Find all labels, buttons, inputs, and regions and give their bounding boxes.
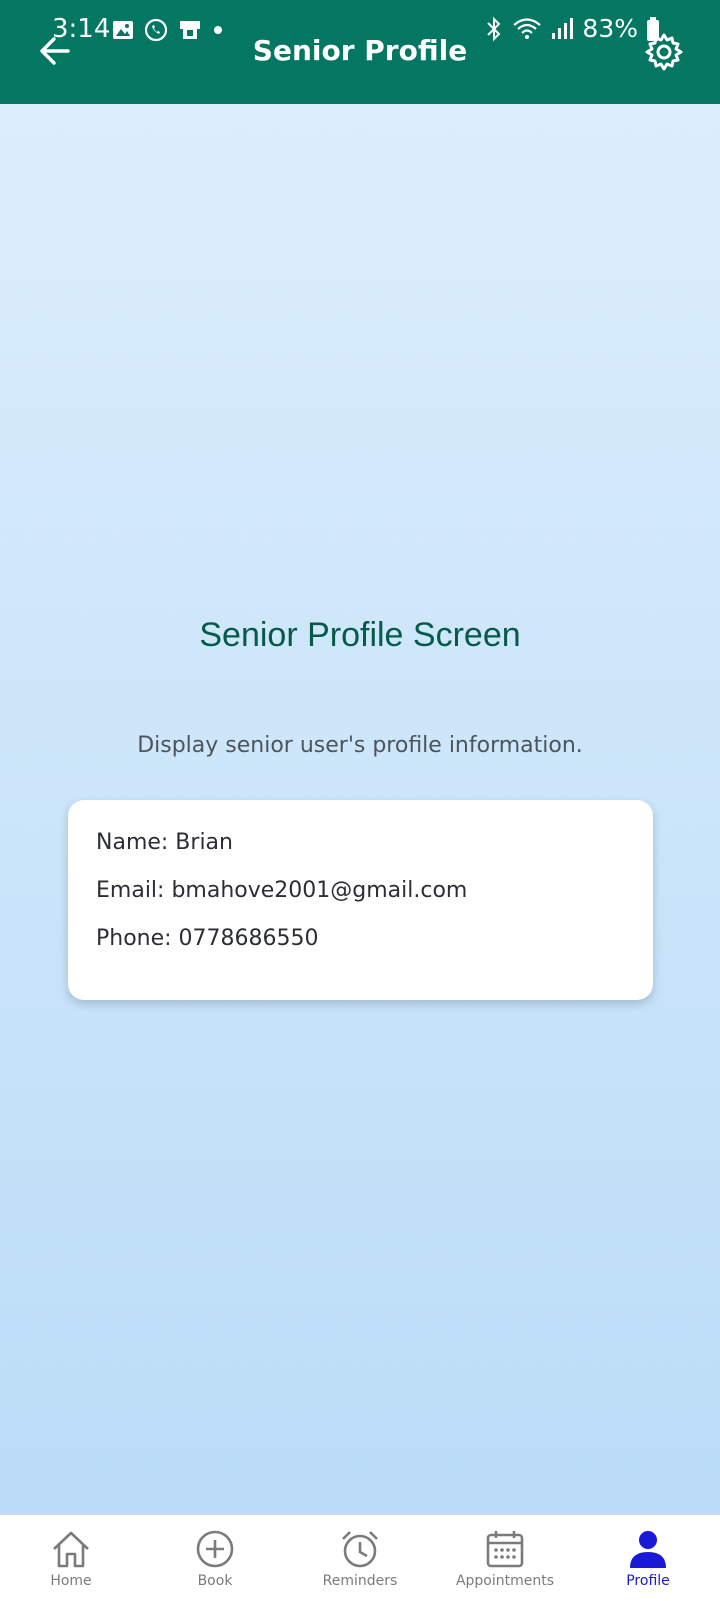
bottom-navigation: Home Book Reminders Appointments Profile: [0, 1514, 720, 1601]
home-icon: [53, 1531, 89, 1568]
person-icon: [630, 1531, 666, 1568]
app-bar: 3:14 83% Senior Profile: [0, 0, 720, 104]
profile-email: Email: bmahove2001@gmail.com: [96, 878, 468, 903]
calendar-icon: [486, 1531, 524, 1568]
profile-card: Name: Brian Email: bmahove2001@gmail.com…: [68, 800, 653, 1000]
alarm-clock-icon: [342, 1531, 378, 1568]
screen-description: Display senior user's profile informatio…: [137, 733, 583, 758]
nav-label-profile: Profile: [626, 1573, 670, 1589]
nav-appointments[interactable]: Appointments: [445, 1515, 565, 1601]
nav-label-book: Book: [197, 1573, 233, 1589]
nav-label-home: Home: [50, 1573, 92, 1589]
nav-reminders[interactable]: Reminders: [300, 1515, 420, 1601]
screen-heading: Senior Profile Screen: [199, 616, 521, 654]
nav-label-reminders: Reminders: [322, 1573, 398, 1589]
nav-home[interactable]: Home: [11, 1515, 131, 1601]
profile-phone: Phone: 0778686550: [96, 926, 319, 951]
nav-profile[interactable]: Profile: [588, 1515, 708, 1601]
nav-label-appointments: Appointments: [455, 1573, 555, 1589]
gear-icon: [645, 33, 683, 71]
plus-circle-icon: [196, 1530, 234, 1568]
page-title: Senior Profile: [252, 34, 468, 67]
settings-button[interactable]: [642, 30, 686, 74]
profile-name: Name: Brian: [96, 830, 233, 855]
nav-book[interactable]: Book: [155, 1515, 275, 1601]
